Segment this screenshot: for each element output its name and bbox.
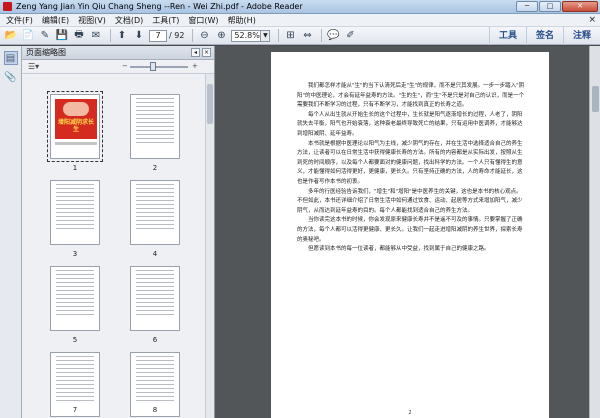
maximize-button[interactable]: □: [539, 1, 561, 12]
document-paragraph: 多年的行医经验告诉我们，"增生"和"增阳"是中医养生的关键，这也是本书的核心观点…: [297, 188, 523, 214]
thumbnail-page-5[interactable]: [50, 266, 100, 331]
panel-header-buttons: ◂ ×: [191, 48, 211, 57]
collapse-panel-icon[interactable]: ◂: [191, 48, 200, 57]
page-thumbnails-icon[interactable]: ▤: [3, 51, 18, 65]
menu-tools[interactable]: 工具(T): [152, 15, 179, 26]
thumbnail-label: 1: [72, 164, 78, 172]
thumbnail-scrollbar-thumb[interactable]: [207, 84, 213, 124]
open-icon[interactable]: 📂: [4, 29, 18, 43]
adobe-reader-icon: [3, 2, 12, 11]
menu-document[interactable]: 文档(D): [115, 15, 143, 26]
page-total: / 92: [169, 31, 185, 40]
comment-button[interactable]: 注释: [562, 27, 600, 45]
thumbnail-page-4[interactable]: [130, 180, 180, 245]
highlight-icon[interactable]: ✐: [343, 29, 357, 43]
title-bar: Zeng Yang Jian Yin Qiu Chang Sheng --Ren…: [0, 0, 600, 14]
panel-toolbar: ☰▾ − +: [22, 60, 214, 74]
options-menu-button[interactable]: ☰▾: [28, 62, 39, 71]
zoom-in-icon[interactable]: ⊕: [214, 29, 228, 43]
zoom-out-icon[interactable]: ⊖: [197, 29, 211, 43]
document-view: 我们都怎样才能从"生"的当下认清死后走"生"的规律，而不是只其发展。一步一步踏入…: [215, 46, 600, 418]
thumbnail-label: 8: [152, 406, 158, 414]
save-icon[interactable]: 💾: [55, 29, 69, 43]
thumbnail-page-3[interactable]: [50, 180, 100, 245]
close-button[interactable]: ✕: [562, 1, 598, 12]
thumbnail-page-2[interactable]: [130, 94, 180, 159]
cover-illustration: [63, 102, 89, 116]
zoom-level-input[interactable]: 52.8%: [231, 29, 262, 42]
attachments-icon[interactable]: 📎: [4, 70, 18, 84]
zoom-dropdown-icon[interactable]: ▼: [261, 29, 271, 42]
page-number: 2: [408, 410, 412, 416]
document-paragraph: 本书就是根据中医理论以阳气为主线，减少阴气的存在，并在生活中选择适合自己的养生方…: [297, 140, 523, 185]
create-pdf-icon[interactable]: 📄: [21, 29, 35, 43]
window-controls: ─ □ ✕: [516, 1, 598, 12]
panel-title: 页面缩略图: [26, 48, 66, 57]
menu-help[interactable]: 帮助(H): [228, 15, 256, 26]
fit-page-icon[interactable]: ⊞: [283, 29, 297, 43]
comment-icon[interactable]: 💬: [326, 29, 340, 43]
menu-bar: 文件(F) 编辑(E) 视图(V) 文档(D) 工具(T) 窗口(W) 帮助(H…: [0, 14, 600, 27]
thumbnail-label: 7: [72, 406, 78, 414]
document-paragraph: 但愿读到本书的每一位读者，都能够从中受益，找到属于自己的健康之路。: [308, 246, 490, 253]
thumbnail-label: 3: [72, 250, 78, 258]
thumbnail-zoom-in-icon[interactable]: +: [192, 62, 198, 70]
document-paragraph: 每个人从出生就从开始生长的这个过程中，生长就是阳气逐渐增长的过程，人老了，阴阳就…: [297, 111, 523, 137]
document-paragraph: 我们都怎样才能从"生"的当下认清死后走"生"的规律，而不是只其发展。一步一步踏入…: [297, 83, 525, 109]
document-scrollbar[interactable]: [589, 46, 600, 418]
thumbnail-label: 4: [152, 250, 158, 258]
thumbnail-scrollbar[interactable]: [205, 74, 214, 418]
thumbnail-zoom-out-icon[interactable]: −: [122, 62, 128, 70]
menu-file[interactable]: 文件(F): [6, 15, 33, 26]
thumbnail-list: 增阳减阴求长生 1 2 3 4 5 6 7 8: [22, 74, 214, 418]
task-pane-buttons: 工具 签名 注释: [488, 27, 600, 45]
document-page: 我们都怎样才能从"生"的当下认清死后走"生"的规律，而不是只其发展。一步一步踏入…: [271, 52, 549, 418]
toolbar-divider: [321, 29, 323, 42]
page-number-input[interactable]: 7: [149, 29, 167, 42]
minimize-button[interactable]: ─: [516, 1, 538, 12]
next-page-icon[interactable]: ⬇: [132, 29, 146, 43]
menu-view[interactable]: 视图(V): [78, 15, 106, 26]
thumbnail-label: 6: [152, 336, 158, 344]
document-scrollbar-thumb[interactable]: [592, 86, 599, 112]
previous-page-icon[interactable]: ⬆: [115, 29, 129, 43]
menu-window[interactable]: 窗口(W): [188, 15, 218, 26]
fit-width-icon[interactable]: ⇔: [300, 29, 314, 43]
slider-handle[interactable]: [150, 62, 156, 71]
main-toolbar: 📂 📄 ✎ 💾 🖶 ✉ ⬆ ⬇ 7 / 92 ⊖ ⊕ 52.8% ▼ ⊞ ⇔ 💬…: [0, 27, 600, 45]
window-title: Zeng Yang Jian Yin Qiu Chang Sheng --Ren…: [16, 2, 303, 11]
sign-button[interactable]: 签名: [525, 27, 563, 45]
thumbnail-page-6[interactable]: [130, 266, 180, 331]
edit-icon[interactable]: ✎: [38, 29, 52, 43]
cover-strip: [55, 142, 97, 145]
navigation-strip: ▤ 📎: [0, 46, 22, 418]
thumbnail-page-1[interactable]: 增阳减阴求长生: [47, 91, 103, 162]
toolbar-divider: [192, 29, 194, 42]
thumbnail-label: 2: [152, 164, 158, 172]
toolbar-divider: [110, 29, 111, 42]
toolbar-divider: [278, 29, 280, 42]
page-thumbnails-panel: 页面缩略图 ◂ × ☰▾ − + 增阳减阴求长生 1 2 3 4 5 6 7 8: [22, 46, 215, 418]
document-paragraph: 当你读完这本书的时候，你会发现原来健康长寿并不是遥不可及的事情。只要掌握了正确的…: [297, 217, 523, 243]
tools-button[interactable]: 工具: [488, 27, 526, 45]
menu-edit[interactable]: 编辑(E): [42, 15, 69, 26]
thumbnail-size-slider[interactable]: [130, 62, 188, 71]
close-panel-icon[interactable]: ×: [202, 48, 211, 57]
panel-header: 页面缩略图 ◂ ×: [22, 46, 214, 60]
cover-title: 增阳减阴求长生: [58, 119, 95, 133]
close-document-button[interactable]: ×: [588, 15, 596, 25]
email-icon[interactable]: ✉: [89, 29, 103, 43]
thumbnail-label: 5: [72, 336, 78, 344]
print-icon[interactable]: 🖶: [72, 29, 86, 43]
